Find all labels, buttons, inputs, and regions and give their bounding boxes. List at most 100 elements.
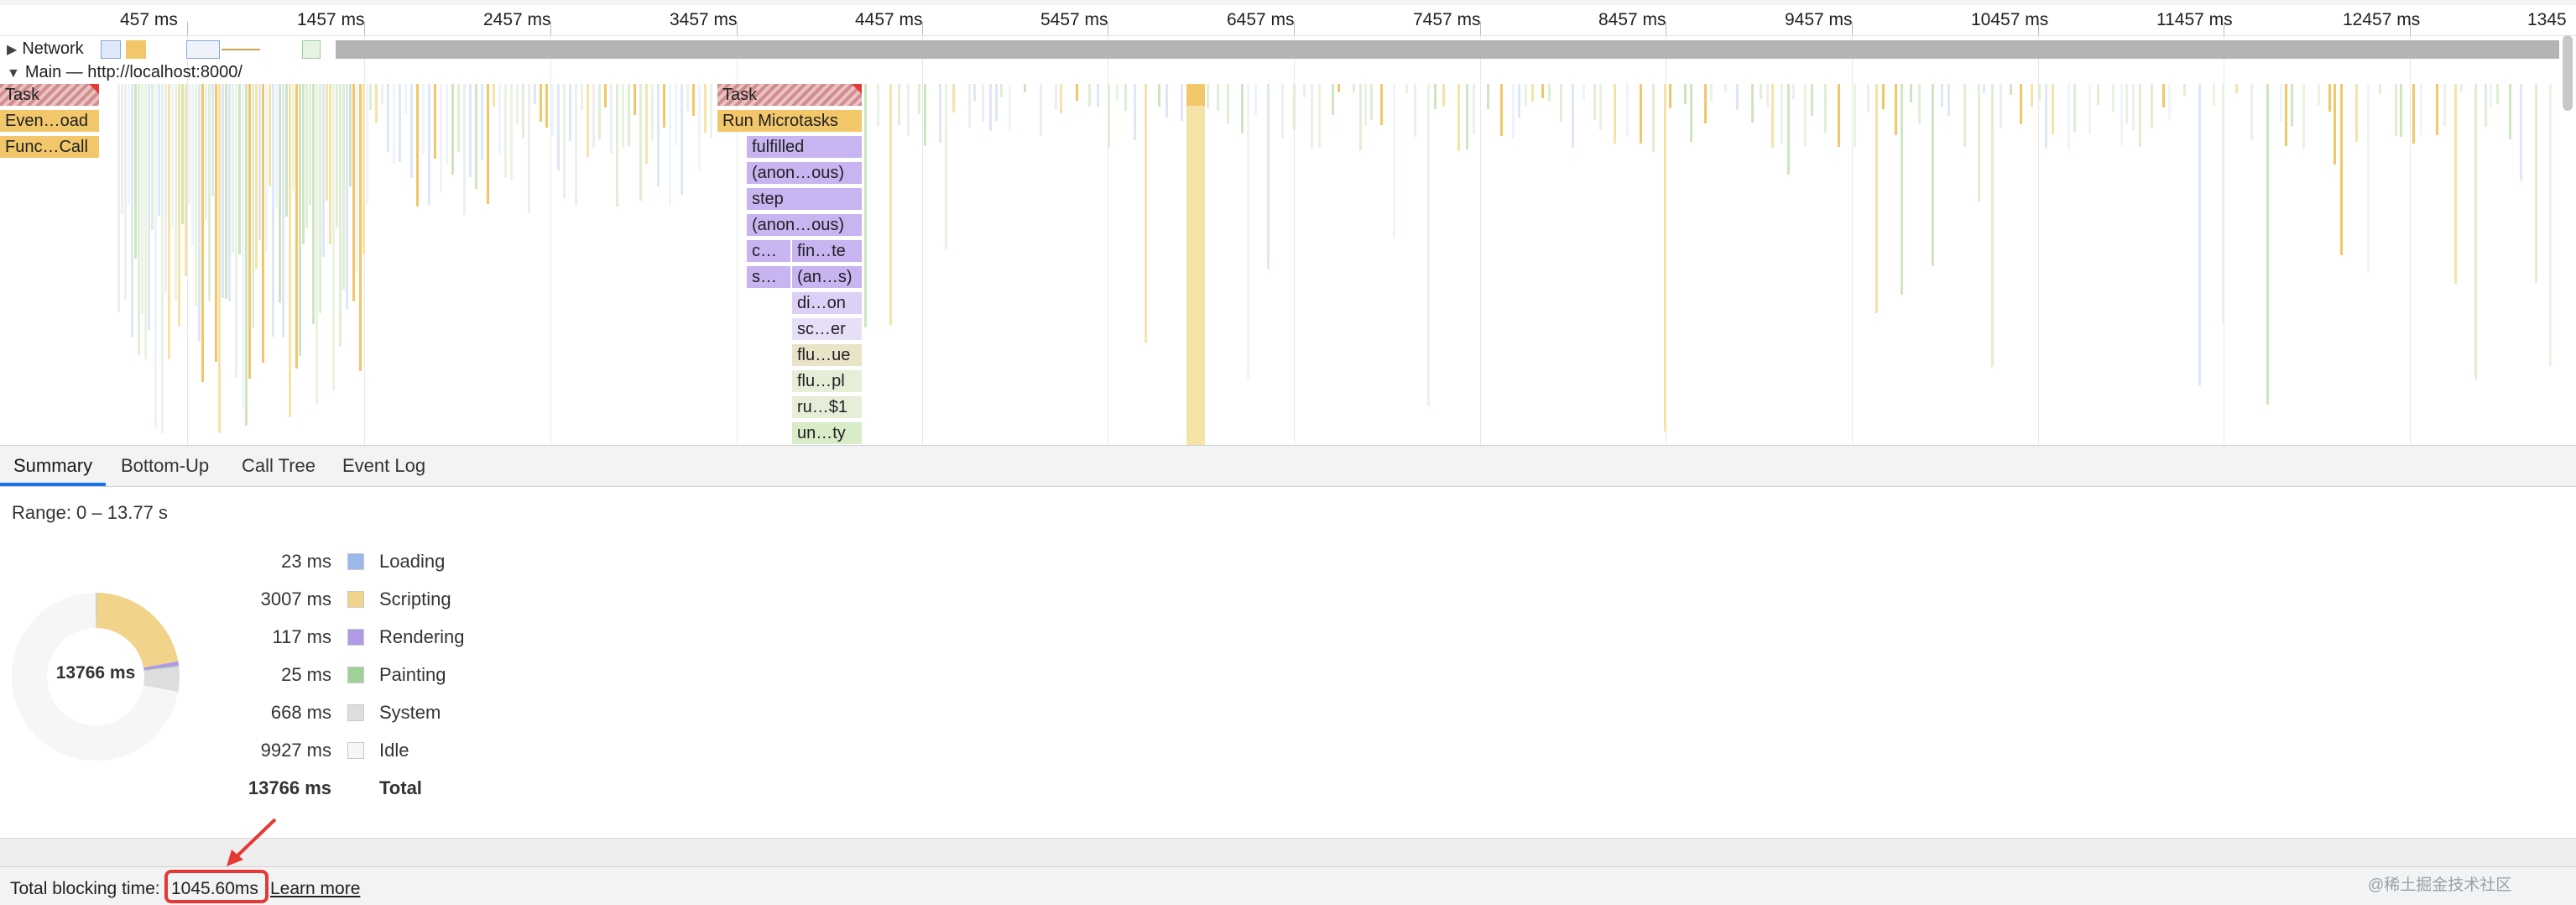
flame-event-load[interactable]: Even…oad: [0, 110, 99, 132]
flame-activity-column: [282, 84, 284, 337]
flame-activity-column: [569, 84, 571, 141]
flame-call[interactable]: sc…er: [792, 318, 862, 340]
flame-activity-column: [399, 84, 401, 162]
flame-call[interactable]: fin…te: [792, 240, 862, 262]
flame-activity-column: [1626, 84, 1629, 136]
flame-activity-column: [2355, 84, 2358, 142]
flame-activity-column: [898, 84, 900, 125]
flame-call[interactable]: un…ty: [792, 422, 862, 444]
range-label: Range: 0 – 13.77 s: [12, 502, 168, 523]
flame-run-microtasks[interactable]: Run Microtasks: [717, 110, 862, 132]
flame-activity-column: [1525, 84, 1527, 107]
flame-call[interactable]: di…on: [792, 292, 862, 314]
flame-activity-column: [1792, 84, 1795, 99]
legend-swatch: [347, 629, 364, 646]
flame-activity-column: [481, 84, 483, 160]
flame-fulfilled[interactable]: fulfilled: [747, 136, 862, 158]
tab-event-log[interactable]: Event Log: [329, 446, 439, 486]
learn-more-link[interactable]: Learn more: [270, 879, 360, 899]
flame-activity-column: [1254, 84, 1257, 115]
network-track[interactable]: ▶ Network: [0, 35, 2576, 62]
flame-call[interactable]: c…: [747, 240, 790, 262]
flame-activity-column: [339, 84, 342, 347]
flame-activity-column: [1948, 84, 1950, 116]
flame-activity-column: [995, 84, 998, 121]
flame-call[interactable]: ru…$1: [792, 396, 862, 418]
flame-activity-column: [651, 84, 654, 141]
flame-activity-column: [1652, 84, 1655, 152]
legend-label: Scripting: [379, 589, 451, 609]
flame-call[interactable]: s…: [747, 266, 790, 288]
flame-activity-column: [1487, 84, 1489, 109]
flame-activity-column: [198, 84, 201, 341]
flame-call[interactable]: flu…pl: [792, 370, 862, 392]
flame-activity-column: [117, 84, 120, 312]
flame-call[interactable]: flu…ue: [792, 344, 862, 366]
flame-activity-column: [2045, 84, 2047, 149]
flame-activity-column: [2120, 84, 2123, 145]
flame-activity-column: [446, 84, 448, 165]
flame-activity-column: [205, 84, 207, 220]
network-request[interactable]: [101, 40, 121, 59]
flame-activity-column: [2132, 84, 2135, 130]
legend-value: 9927 ms: [260, 740, 331, 761]
annotation-highlight-box: [164, 870, 269, 903]
flame-activity-column: [557, 84, 560, 170]
flame-activity-column: [1669, 84, 1671, 108]
flame-task[interactable]: Task: [717, 84, 862, 106]
timeline-scrollbar[interactable]: [2563, 35, 2573, 111]
flame-activity-column: [148, 84, 150, 330]
panel-splitter[interactable]: [0, 838, 2576, 867]
legend-value: 23 ms: [281, 551, 331, 572]
flame-activity-column: [1512, 84, 1515, 139]
tab-bottom-up[interactable]: Bottom-Up: [107, 446, 222, 486]
flame-activity-column: [305, 84, 308, 228]
expand-triangle-icon[interactable]: ▶: [7, 41, 17, 58]
flame-activity-column: [1134, 84, 1136, 140]
legend-label: System: [379, 702, 441, 723]
flame-activity-column: [211, 84, 214, 196]
flame-activity-column: [1787, 84, 1790, 175]
collapse-triangle-icon[interactable]: ▼: [7, 66, 20, 81]
flame-task[interactable]: Task: [0, 84, 99, 106]
flame-activity-column: [2213, 84, 2215, 106]
flame-activity-column: [493, 84, 495, 107]
flame-activity-column: [299, 84, 301, 356]
flame-activity-column: [710, 84, 712, 138]
network-request[interactable]: [186, 40, 220, 59]
flame-call[interactable]: (an…s): [792, 266, 862, 288]
flame-activity-column: [381, 84, 383, 104]
flame-activity-column: [393, 84, 395, 164]
flame-activity-column: [242, 84, 244, 408]
flame-function-call[interactable]: Func…Call: [0, 136, 99, 158]
tab-call-tree[interactable]: Call Tree: [228, 446, 329, 486]
flame-chart[interactable]: Task Even…oad Func…Call Task Run Microta…: [0, 84, 2576, 445]
flame-activity-column: [1158, 84, 1160, 107]
network-request[interactable]: [126, 40, 146, 59]
flame-step[interactable]: step: [747, 188, 862, 210]
flame-activity-column: [258, 84, 261, 240]
flame-anonymous[interactable]: (anon…ous): [747, 162, 862, 184]
flame-activity-column: [1854, 84, 1856, 147]
flame-activity-column: [2250, 84, 2253, 140]
flame-activity-column: [422, 84, 425, 154]
network-request[interactable]: [302, 40, 321, 59]
tab-summary[interactable]: Summary: [0, 446, 107, 486]
flame-activity-column: [2222, 84, 2224, 324]
flame-activity-column: [939, 84, 941, 143]
flame-activity-column: [622, 84, 624, 148]
flame-activity-column: [475, 84, 477, 189]
flame-activity-column: [175, 84, 177, 301]
flame-activity-column: [657, 84, 660, 186]
flame-activity-column: [1009, 84, 1011, 131]
main-track-header[interactable]: ▼ Main — http://localhost:8000/: [0, 60, 503, 84]
legend-swatch: [347, 667, 364, 683]
flame-activity-column: [252, 84, 254, 328]
timeline-panel[interactable]: 457 ms 1457 ms 2457 ms 3457 ms 4457 ms 5457 m…: [0, 0, 2576, 445]
flame-activity-column: [265, 84, 268, 254]
flame-activity-column: [440, 84, 442, 193]
flame-activity-column: [1442, 84, 1445, 107]
flame-activity-column: [1241, 84, 1244, 133]
flame-activity-column: [1541, 84, 1544, 98]
flame-anonymous[interactable]: (anon…ous): [747, 214, 862, 236]
